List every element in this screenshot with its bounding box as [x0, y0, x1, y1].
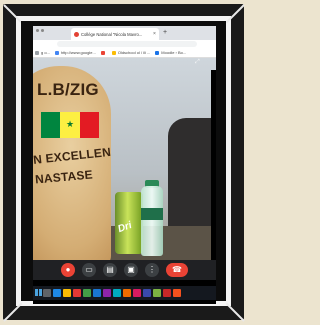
can-label: Dri [116, 219, 134, 236]
bookmark-item[interactable]: Moodle › Bo... [155, 50, 186, 55]
taskbar-app-icon[interactable] [133, 289, 141, 297]
taskbar-app-icon[interactable] [43, 289, 51, 297]
address-bar[interactable] [33, 40, 216, 48]
video-call-feed: L.B/ZIG ★ N EXCELLENCE NASTASE Dri ⤢ [33, 58, 216, 268]
soda-can: Dri [115, 192, 143, 254]
camera-button[interactable]: ▭ [82, 263, 96, 277]
taskbar-app-icon[interactable] [63, 289, 71, 297]
tab-close-icon[interactable]: × [153, 31, 156, 37]
taskbar-app-icon[interactable] [163, 289, 171, 297]
plaque-text-line2: N EXCELLENCE [33, 143, 111, 167]
bookmark-label: Moodle › Bo... [161, 50, 187, 55]
taskbar-app-icon[interactable] [73, 289, 81, 297]
browser-tab-active[interactable]: Collège National "Nicola Mavro... × [71, 28, 159, 40]
windows-start-icon[interactable] [35, 289, 42, 296]
taskbar-app-icon[interactable] [123, 289, 131, 297]
flag-image: ★ [41, 112, 99, 138]
bookmark-favicon-icon [155, 50, 160, 55]
bookmark-label: g o... [41, 50, 50, 55]
screen-bezel-edge [211, 70, 216, 268]
flag-star-icon: ★ [66, 119, 75, 129]
bookmark-label: Oldschool ol / ili ... [117, 50, 151, 55]
taskbar-app-icon[interactable] [93, 289, 101, 297]
water-bottle [141, 186, 163, 256]
os-taskbar [33, 286, 216, 300]
plaque-text-line3: NASTASE [34, 167, 94, 187]
end-call-button[interactable]: ☎ [166, 263, 188, 277]
bookmark-favicon-icon [111, 50, 116, 55]
taskbar-app-icon[interactable] [83, 289, 91, 297]
browser-tab-bar: Collège National "Nicola Mavro... × + [33, 26, 216, 40]
expand-icon[interactable]: ⤢ [195, 59, 200, 66]
plaque-text-line1: L.B/ZIG [37, 80, 99, 99]
mic-off-button[interactable]: ● [61, 263, 75, 277]
bookmarks-bar: g o... http://www.google... Oldschool ol /… [33, 48, 216, 58]
bookmark-item[interactable]: http://www.google... [54, 50, 96, 55]
bookmark-favicon-icon [35, 50, 39, 55]
bookmark-favicon-icon [54, 50, 59, 55]
laptop-screen: Collège National "Nicola Mavro... × + g … [33, 26, 216, 304]
school-plaque: L.B/ZIG ★ N EXCELLENCE NASTASE [33, 66, 111, 266]
more-options-button[interactable]: ⋮ [145, 263, 159, 277]
taskbar-app-icon[interactable] [113, 289, 121, 297]
flag-stripe [79, 112, 99, 138]
taskbar-app-icon[interactable] [53, 289, 61, 297]
meeting-controls-bar: ● ▭ ▤ ▣ ⋮ ☎ [33, 260, 216, 280]
taskbar-app-icon[interactable] [103, 289, 111, 297]
tab-title: Collège National "Nicola Mavro... [81, 31, 143, 37]
bookmark-item[interactable] [100, 50, 107, 55]
tab-favicon-icon [74, 31, 79, 37]
taskbar-app-icon[interactable] [143, 289, 151, 297]
bookmark-item[interactable]: g o... [35, 50, 50, 55]
bookmark-item[interactable]: Oldschool ol / ili ... [111, 50, 151, 55]
taskbar-app-icon[interactable] [153, 289, 161, 297]
present-button[interactable]: ▣ [124, 263, 138, 277]
url-input[interactable] [57, 41, 197, 47]
flag-stripe [41, 112, 61, 138]
bookmark-favicon-icon [100, 50, 105, 55]
bookmark-label: http://www.google... [60, 50, 96, 55]
bottle-label [141, 208, 163, 220]
taskbar-app-icon[interactable] [173, 289, 181, 297]
new-tab-button[interactable]: + [163, 28, 167, 38]
captions-button[interactable]: ▤ [103, 263, 117, 277]
